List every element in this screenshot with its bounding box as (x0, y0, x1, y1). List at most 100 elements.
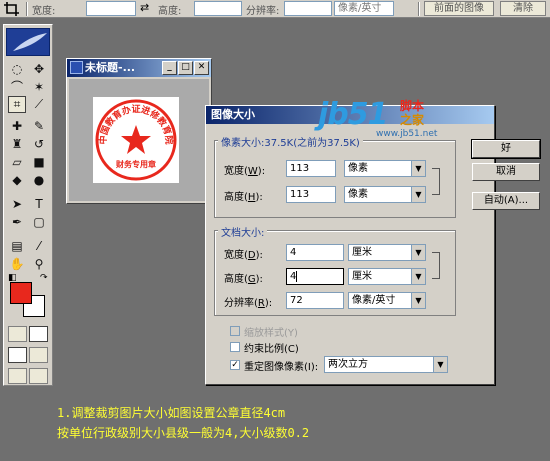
standard-mode-icon[interactable] (8, 326, 27, 342)
doc-width-key: D (247, 250, 256, 261)
document-titlebar[interactable]: 未标题-... _ □ ✕ (67, 59, 211, 77)
full-screen-mode-icon[interactable] (29, 368, 48, 384)
pixel-height-input[interactable]: 113 (286, 186, 336, 203)
resample-method-select[interactable]: 两次立方 ▼ (324, 356, 448, 373)
crop-tool-button-icon[interactable]: ⌗ (8, 96, 26, 113)
instruction-line-2: 按单位行政级别大小县级一般为4,大小级数0.2 (57, 426, 310, 440)
jump-to-imageready-icon[interactable] (8, 368, 27, 384)
foreground-color-swatch[interactable] (10, 282, 32, 304)
watermark-cn-bottom: 之家 (400, 113, 425, 127)
path-selection-tool-icon[interactable]: ➤ (8, 195, 26, 212)
image-size-dialog: 图像大小 像素大小:37.5K(之前为37.5K) 宽度(W): 113 像素 ▼… (205, 105, 540, 385)
front-image-button[interactable]: 前面的图像 (424, 1, 494, 16)
pixel-width-value: 113 (290, 163, 310, 174)
magic-wand-tool-icon[interactable]: ✶ (30, 78, 48, 95)
close-icon[interactable]: ✕ (194, 61, 209, 75)
resample-method-value: 两次立方 (328, 359, 368, 370)
resolution-unit: 像素/英寸 (352, 295, 396, 306)
notes-tool-icon[interactable]: ▤ (8, 237, 26, 254)
site-watermark: jb51 脚本 之家 www.jb51.net (318, 97, 458, 143)
pixel-dimensions-group (214, 140, 456, 218)
gradient-tool-icon[interactable]: ■ (30, 153, 48, 170)
slice-tool-icon[interactable]: ⟋ (30, 96, 48, 113)
eraser-tool-icon[interactable]: ▱ (8, 153, 26, 170)
clear-button[interactable]: 清除 (500, 1, 546, 16)
ok-button[interactable]: 好 (472, 140, 540, 158)
dialog-title: 图像大小 (211, 108, 255, 121)
document-title: 未标题-... (85, 61, 136, 74)
resolution-unit-value: 像素/英寸 (338, 3, 382, 14)
height-field[interactable] (194, 1, 242, 16)
swap-colors-icon[interactable]: ↷ (40, 273, 48, 283)
blur-tool-icon[interactable]: ◆ (8, 171, 26, 188)
chevron-down-icon: ▼ (411, 269, 425, 284)
standard-screen-mode-icon[interactable] (8, 347, 27, 363)
pixel-link-icon (432, 168, 440, 195)
pixel-height-key: H (247, 192, 256, 203)
doc-height-key: G (247, 274, 256, 285)
pixel-width-unit: 像素 (348, 163, 368, 174)
auto-button[interactable]: 自动(A)... (472, 192, 540, 210)
toolbox: ◌ ✥ ⌒ ✶ ⌗ ⟋ ✚ ✎ ♜ ↺ ▱ ■ ◆ ● ➤ T ✒ ▢ ▤ ⁄ … (3, 24, 53, 386)
pixel-width-input[interactable]: 113 (286, 160, 336, 177)
pixel-width-label-text: 宽度 (224, 166, 244, 177)
resolution-unit-select[interactable]: 像素/英寸 (334, 1, 394, 16)
quick-mask-mode-icon[interactable] (29, 326, 48, 342)
watermark-brand: jb51 (318, 97, 389, 132)
options-bar: 宽度: ⇄ 高度: 分辨率: 像素/英寸 前面的图像 清除 (0, 0, 550, 18)
dodge-tool-icon[interactable]: ● (30, 171, 48, 188)
maximize-icon[interactable]: □ (178, 61, 193, 75)
stamp-tool-icon[interactable]: ♜ (8, 135, 26, 152)
doc-height-unit: 厘米 (352, 271, 372, 282)
type-tool-icon[interactable]: T (30, 195, 48, 212)
doc-height-unit-select[interactable]: 厘米 ▼ (348, 268, 426, 285)
watermark-url: www.jb51.net (376, 129, 438, 139)
doc-width-unit-select[interactable]: 厘米 ▼ (348, 244, 426, 261)
zoom-tool-icon[interactable]: ⚲ (30, 255, 48, 272)
constrain-proportions-checkbox[interactable] (230, 342, 240, 352)
doc-height-label: 高度(G): (224, 274, 263, 285)
resolution-field[interactable] (284, 1, 332, 16)
eyedropper-tool-icon[interactable]: ⁄ (30, 237, 48, 254)
minimize-icon[interactable]: _ (162, 61, 177, 75)
resolution-label-text: 分辨率 (224, 298, 254, 309)
document-link-icon (432, 252, 440, 279)
resolution-row-label: 分辨率(R): (224, 298, 273, 309)
healing-brush-tool-icon[interactable]: ✚ (8, 117, 26, 134)
resample-checkbox[interactable]: ✓ (230, 360, 240, 370)
brush-tool-icon[interactable]: ✎ (30, 117, 48, 134)
move-tool-icon[interactable]: ✥ (30, 60, 48, 77)
resolution-input[interactable]: 72 (286, 292, 344, 309)
full-screen-menu-mode-icon[interactable] (29, 347, 48, 363)
canvas-area[interactable]: 中国教育办证进修教育院 财务专用章 (69, 79, 209, 201)
pixel-height-label-text: 高度 (224, 192, 244, 203)
text-caret (296, 270, 298, 282)
pixel-height-value: 113 (290, 189, 310, 200)
history-brush-tool-icon[interactable]: ↺ (30, 135, 48, 152)
hand-tool-icon[interactable]: ✋ (8, 255, 26, 272)
official-seal: 中国教育办证进修教育院 财务专用章 (95, 99, 177, 181)
scale-styles-checkbox[interactable] (230, 326, 240, 336)
doc-width-label: 宽度(D): (224, 250, 263, 261)
marquee-tool-icon[interactable]: ◌ (8, 60, 26, 77)
feather-logo-icon[interactable] (6, 28, 50, 56)
cancel-button[interactable]: 取消 (472, 163, 540, 181)
pixel-height-label: 高度(H): (224, 192, 263, 203)
shape-tool-icon[interactable]: ▢ (30, 213, 48, 230)
lasso-tool-icon[interactable]: ⌒ (8, 78, 26, 95)
resolution-unit-select[interactable]: 像素/英寸 ▼ (348, 292, 426, 309)
doc-width-input[interactable]: 4 (286, 244, 344, 261)
canvas[interactable]: 中国教育办证进修教育院 财务专用章 (93, 97, 179, 183)
doc-width-value: 4 (290, 247, 297, 258)
pixel-width-unit-select[interactable]: 像素 ▼ (344, 160, 426, 177)
seal-star-icon (121, 125, 151, 154)
crop-tool-icon[interactable] (2, 1, 24, 17)
width-field[interactable] (86, 1, 136, 16)
instruction-line-1: 1.调整裁剪图片大小如图设置公章直径4cm (57, 406, 286, 420)
doc-height-input[interactable]: 4 (286, 268, 344, 285)
pen-tool-icon[interactable]: ✒ (8, 213, 26, 230)
pixel-height-unit-select[interactable]: 像素 ▼ (344, 186, 426, 203)
chevron-down-icon: ▼ (411, 161, 425, 176)
swap-icon[interactable]: ⇄ (140, 1, 149, 14)
resample-label: 重定图像像素(I): (244, 362, 319, 373)
